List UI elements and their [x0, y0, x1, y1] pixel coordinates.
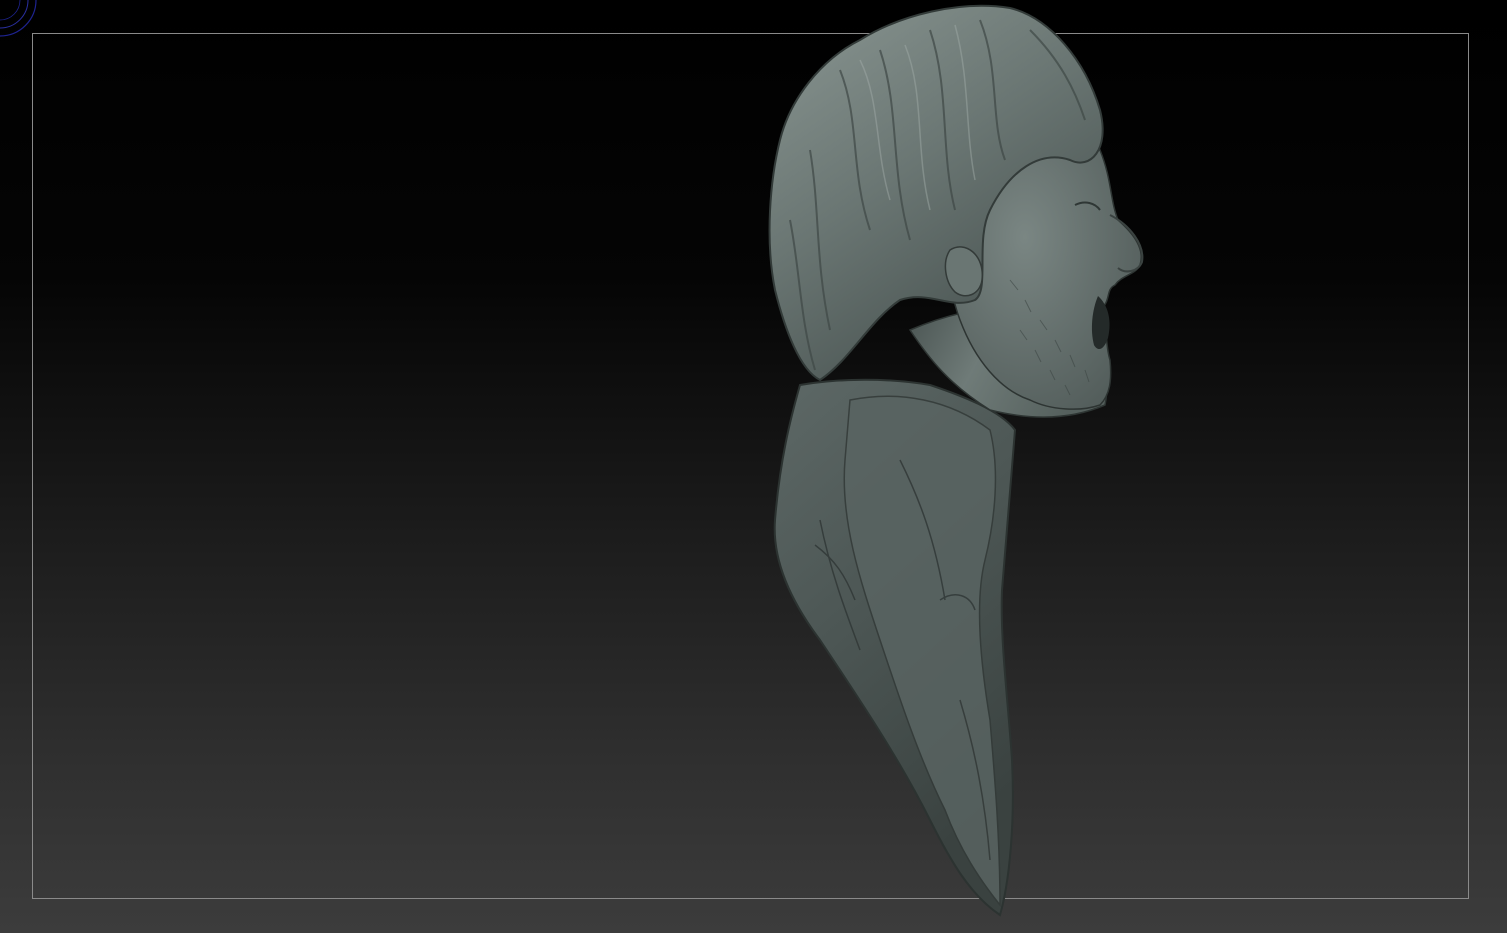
sculpt-model[interactable] — [0, 0, 1507, 933]
viewport-canvas[interactable] — [0, 0, 1507, 933]
